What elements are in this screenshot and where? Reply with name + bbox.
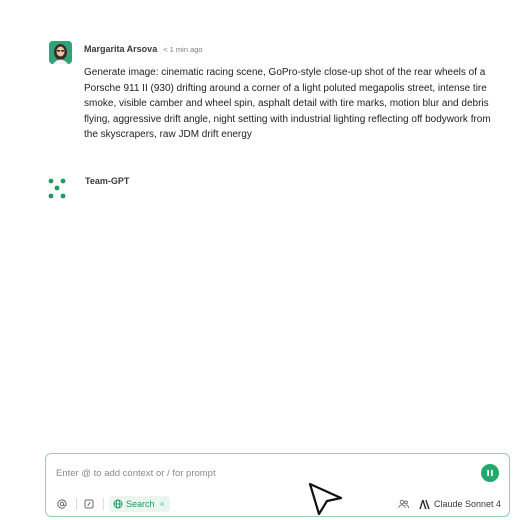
search-chip-close[interactable]: × [160,499,165,509]
assistant-message: Team-GPT [46,175,346,205]
toolbar-divider [76,498,77,510]
prompt-library-button[interactable] [82,497,96,511]
composer-toolbar: Search × Claude Sonnet 4 [46,495,509,513]
search-toggle-chip[interactable]: Search × [109,496,170,512]
prompt-input[interactable] [56,465,456,481]
model-name: Claude Sonnet 4 [434,499,502,509]
send-button[interactable] [481,464,499,482]
team-gpt-loading-dots-icon [48,178,66,199]
message-timestamp: < 1 min ago [163,45,203,54]
message-text: Generate image: cinematic racing scene, … [84,67,491,140]
globe-icon [113,499,123,509]
mention-button[interactable] [55,497,69,511]
users-icon [397,499,409,509]
slash-command-icon [84,499,94,509]
at-sign-icon [57,499,67,509]
toolbar-divider [103,498,104,510]
model-selector[interactable]: Claude Sonnet 4 [419,496,501,512]
collaborators-button[interactable] [396,497,410,511]
anthropic-logo-icon [419,499,430,509]
search-chip-label: Search [126,499,155,509]
user-avatar[interactable] [49,41,72,64]
chat-page: Margarita Arsova < 1 min ago Generate im… [0,0,520,520]
send-icon [487,469,493,477]
assistant-name: Team-GPT [85,176,130,186]
message-composer: Search × Claude Sonnet 4 [45,453,510,517]
author-name: Margarita Arsova [84,44,158,54]
message-header: Margarita Arsova < 1 min ago [84,44,203,54]
